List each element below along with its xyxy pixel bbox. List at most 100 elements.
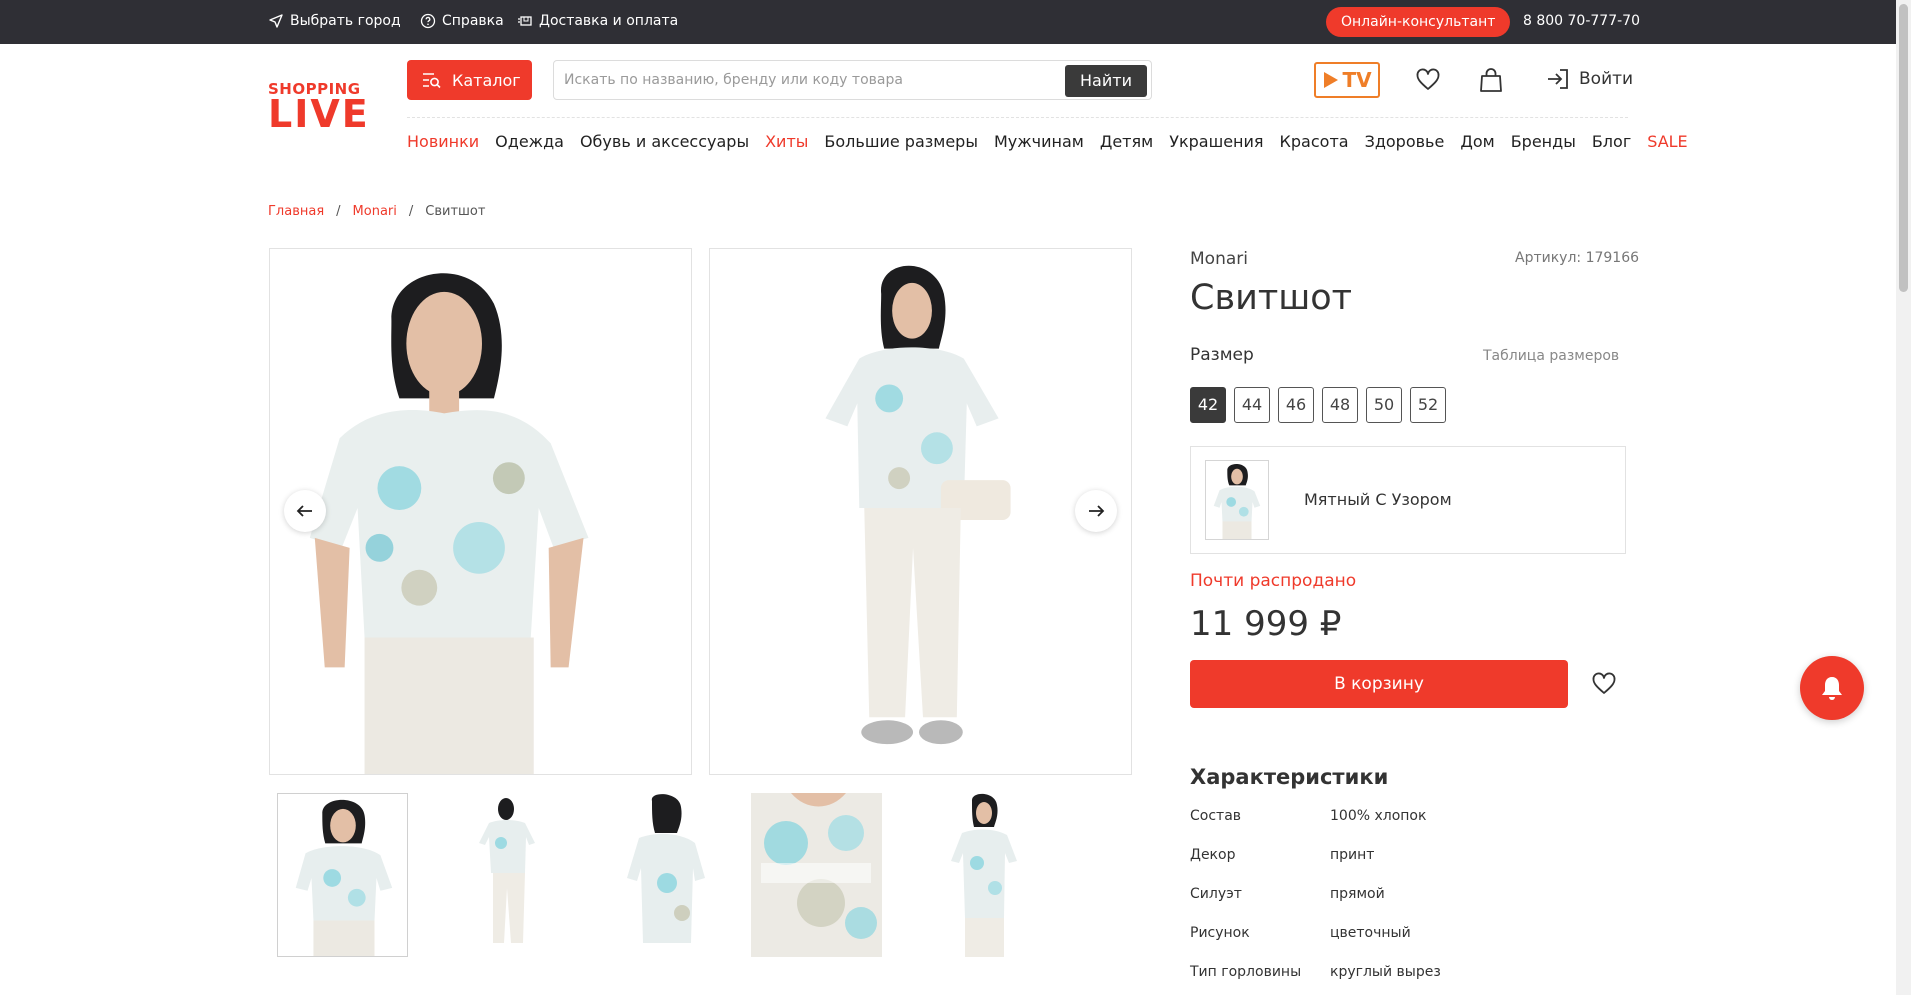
size-option-50[interactable]: 50 — [1366, 387, 1402, 423]
scrollbar-thumb[interactable] — [1899, 4, 1908, 292]
search-box: Найти — [553, 60, 1152, 100]
phone-number[interactable]: 8 800 70-777-70 — [1523, 13, 1640, 29]
nav-item[interactable]: SALE — [1647, 132, 1687, 151]
add-to-cart-button[interactable]: В корзину — [1190, 660, 1568, 708]
site-logo[interactable]: SHOPPING LIVE — [268, 82, 370, 136]
nav-item[interactable]: Бренды — [1511, 132, 1576, 151]
nav-item[interactable]: Большие размеры — [824, 132, 978, 151]
gallery-thumbnail-4[interactable] — [751, 793, 882, 957]
thumbnail-image — [295, 799, 393, 956]
delivery-box-icon — [518, 16, 532, 26]
tv-label: TV — [1342, 68, 1372, 92]
nav-item[interactable]: Новинки — [407, 132, 479, 151]
help-link[interactable]: Справка — [420, 13, 504, 29]
size-option-46[interactable]: 46 — [1278, 387, 1314, 423]
catalog-button[interactable]: Каталог — [407, 60, 532, 100]
characteristic-value: прямой — [1330, 886, 1385, 902]
size-option-48[interactable]: 48 — [1322, 387, 1358, 423]
play-icon — [1324, 72, 1339, 88]
size-label: Размер — [1190, 345, 1254, 365]
notifications-bell-button[interactable] — [1800, 656, 1864, 720]
characteristic-key: Силуэт — [1190, 886, 1242, 902]
login-link[interactable]: Войти — [1545, 66, 1633, 92]
logo-bottom-text: LIVE — [268, 92, 370, 136]
product-price: 11 999 ₽ — [1190, 604, 1342, 644]
tv-button[interactable]: TV — [1314, 62, 1380, 98]
characteristic-key: Тип горловины — [1190, 964, 1302, 980]
size-option-44[interactable]: 44 — [1234, 387, 1270, 423]
thumbnail-image — [627, 794, 705, 943]
breadcrumb-separator: / — [336, 204, 341, 219]
main-navigation: Новинки Одежда Обувь и аксессуары Хиты Больш… — [407, 132, 1688, 151]
characteristic-row: Декор принт — [1190, 846, 1630, 865]
gallery-thumbnail-5[interactable] — [917, 793, 1048, 957]
characteristic-value: 100% хлопок — [1330, 808, 1427, 824]
model-full-body-image — [710, 249, 1131, 774]
gallery-thumbnail-3[interactable] — [597, 793, 728, 957]
size-option-52[interactable]: 52 — [1410, 387, 1446, 423]
nav-item[interactable]: Одежда — [495, 132, 564, 151]
characteristic-value: принт — [1330, 847, 1375, 863]
nav-item[interactable]: Красота — [1280, 132, 1349, 151]
help-label: Справка — [442, 13, 504, 29]
search-button[interactable]: Найти — [1065, 65, 1147, 97]
arrow-right-icon — [1089, 505, 1105, 517]
question-circle-icon — [420, 13, 436, 29]
nav-item[interactable]: Хиты — [765, 132, 808, 151]
shopping-bag-icon[interactable] — [1477, 66, 1505, 94]
favorites-heart-icon[interactable] — [1414, 66, 1442, 94]
breadcrumb-home[interactable]: Главная — [268, 204, 324, 219]
nav-item[interactable]: Мужчинам — [994, 132, 1084, 151]
characteristics-list: Состав 100% хлопок Декор принт Силуэт прямой Р… — [1190, 807, 1630, 995]
product-photo-secondary[interactable] — [709, 248, 1132, 775]
characteristic-key: Рисунок — [1190, 925, 1250, 941]
delivery-link[interactable]: Доставка и оплата — [517, 13, 678, 29]
color-name: Мятный С Узором — [1304, 490, 1452, 509]
breadcrumb: Главная / Monari / Свитшот — [268, 204, 485, 219]
arrow-left-icon — [296, 505, 312, 517]
characteristic-key: Состав — [1190, 808, 1242, 824]
characteristic-value: цветочный — [1330, 925, 1411, 941]
breadcrumb-brand[interactable]: Monari — [353, 204, 397, 219]
choose-city-link[interactable]: Выбрать город — [268, 13, 401, 29]
nav-item[interactable]: Украшения — [1169, 132, 1263, 151]
size-options: 42 44 46 48 50 52 — [1190, 387, 1446, 423]
online-consultant-button[interactable]: Онлайн-консультант — [1326, 7, 1511, 37]
gallery-thumbnail-2[interactable] — [441, 793, 572, 957]
size-table-link[interactable]: Таблица размеров — [1483, 348, 1619, 364]
thumbnail-image — [751, 793, 882, 957]
product-title: Свитшот — [1190, 278, 1353, 318]
bell-icon — [1822, 677, 1842, 700]
search-input[interactable] — [564, 67, 1044, 93]
nav-item[interactable]: Здоровье — [1365, 132, 1445, 151]
characteristic-value: круглый вырез — [1330, 964, 1441, 980]
color-option-card[interactable]: Мятный С Узором — [1190, 446, 1626, 554]
product-photo-main[interactable] — [269, 248, 692, 775]
nav-item[interactable]: Дом — [1460, 132, 1494, 151]
delivery-label: Доставка и оплата — [539, 13, 679, 29]
product-article: Артикул: 179166 — [1515, 250, 1640, 266]
model-portrait-image — [270, 249, 691, 774]
nav-item[interactable]: Детям — [1100, 132, 1153, 151]
gallery-prev-button[interactable] — [284, 490, 326, 532]
thumbnail-image — [479, 798, 535, 943]
breadcrumb-separator: / — [408, 204, 414, 219]
characteristic-row: Состав 100% хлопок — [1190, 807, 1630, 826]
nav-item[interactable]: Блог — [1592, 132, 1631, 151]
login-arrow-icon — [1548, 69, 1568, 89]
size-option-42[interactable]: 42 — [1190, 387, 1226, 423]
characteristic-row: Силуэт прямой — [1190, 885, 1630, 904]
thumbnail-image — [951, 793, 1017, 957]
nav-item[interactable]: Обувь и аксессуары — [580, 132, 749, 151]
breadcrumb-current: Свитшот — [425, 204, 486, 219]
stock-status: Почти распродано — [1190, 571, 1357, 591]
gallery-next-button[interactable] — [1075, 490, 1117, 532]
add-to-favorites-heart-icon[interactable] — [1590, 670, 1618, 698]
characteristics-title: Характеристики — [1190, 765, 1389, 789]
catalog-label: Каталог — [452, 70, 521, 90]
location-arrow-icon — [269, 14, 283, 28]
color-swatch-image — [1205, 460, 1269, 540]
nav-divider — [407, 117, 1628, 118]
product-brand[interactable]: Monari — [1190, 249, 1248, 269]
gallery-thumbnail-1[interactable] — [277, 793, 408, 957]
